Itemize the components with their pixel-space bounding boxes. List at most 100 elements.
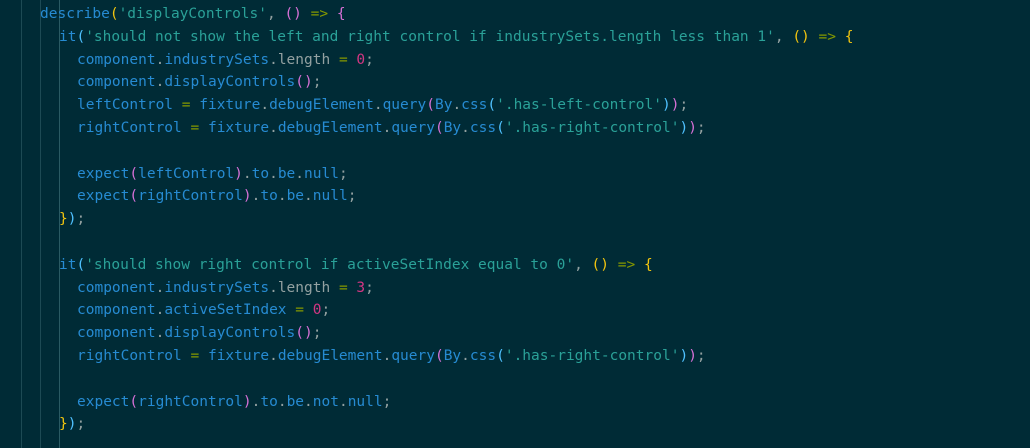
code-line[interactable]: rightControl = fixture.debugElement.quer… xyxy=(0,345,1030,368)
code-token: ( xyxy=(426,97,435,114)
code-token: component xyxy=(77,51,156,68)
code-token: debugElement xyxy=(269,97,374,114)
code-token: = xyxy=(190,347,200,364)
code-line[interactable]: it('should not show the left and right c… xyxy=(0,26,1030,49)
code-token: it xyxy=(59,256,77,273)
code-line[interactable]: rightControl = fixture.debugElement.quer… xyxy=(0,117,1030,140)
code-token: . xyxy=(269,347,278,364)
code-token: ) xyxy=(688,347,697,364)
code-line[interactable]: leftControl = fixture.debugElement.query… xyxy=(0,94,1030,117)
code-token: expect xyxy=(77,188,130,205)
code-token: ( xyxy=(76,256,86,273)
code-line[interactable] xyxy=(0,140,1030,163)
code-line[interactable] xyxy=(0,231,1030,254)
code-token: . xyxy=(295,165,305,182)
code-token: . xyxy=(260,97,270,114)
code-token: 'should show right control if activeSetI… xyxy=(85,256,575,273)
code-token: , xyxy=(574,256,592,273)
code-token: ) xyxy=(679,347,689,364)
code-token: ( xyxy=(496,347,505,364)
code-token: . xyxy=(269,279,278,296)
code-token: displayControls xyxy=(164,325,296,342)
code-token: ; xyxy=(365,279,374,296)
code-token: } xyxy=(59,416,68,433)
code-token: { xyxy=(844,28,854,45)
code-token: be xyxy=(277,165,296,182)
code-token: 'displayControls' xyxy=(118,6,267,22)
code-token: . xyxy=(155,279,165,296)
code-token: debugElement xyxy=(277,119,383,136)
code-token: be xyxy=(286,393,305,410)
code-line[interactable]: expect(rightControl).to.be.null; xyxy=(0,185,1030,208)
code-line[interactable]: expect(leftControl).to.be.null; xyxy=(0,163,1030,186)
code-token: . xyxy=(277,188,287,205)
code-line[interactable]: }); xyxy=(0,208,1030,231)
code-line[interactable]: component.activeSetIndex = 0; xyxy=(0,299,1030,322)
code-token: component xyxy=(77,302,156,319)
code-line[interactable]: component.displayControls(); xyxy=(0,322,1030,345)
code-token: ) xyxy=(688,119,697,136)
code-lines: describe('displayControls', () => {it('s… xyxy=(0,3,1030,436)
code-token: ) xyxy=(242,393,252,410)
code-token: 3 xyxy=(356,279,366,296)
code-token: { xyxy=(643,256,653,273)
code-line[interactable]: describe('displayControls', () => { xyxy=(0,3,1030,26)
code-token: , xyxy=(266,6,285,22)
code-token: } xyxy=(59,211,68,228)
code-token: ) xyxy=(234,165,243,182)
code-token: => xyxy=(818,28,836,45)
code-token: null xyxy=(347,393,383,410)
code-token: . xyxy=(304,188,313,205)
code-token: . xyxy=(373,97,383,114)
code-token: . xyxy=(461,119,470,136)
code-token: () xyxy=(284,6,302,22)
code-token: 'should not show the left and right cont… xyxy=(85,28,775,45)
code-line[interactable]: }); xyxy=(0,413,1030,436)
code-token: 0 xyxy=(356,51,366,68)
code-token: debugElement xyxy=(277,347,383,364)
code-token: . xyxy=(338,393,348,410)
code-editor[interactable]: describe('displayControls', () => {it('s… xyxy=(0,0,1030,448)
code-token: it xyxy=(59,28,77,45)
code-line[interactable]: it('should show right control if activeS… xyxy=(0,254,1030,277)
code-line[interactable]: component.displayControls(); xyxy=(0,71,1030,94)
code-token: '.has-right-control' xyxy=(504,119,680,136)
code-token: . xyxy=(269,165,278,182)
code-line[interactable]: component.industrySets.length = 3; xyxy=(0,277,1030,300)
code-token: ; xyxy=(347,188,357,205)
code-line[interactable]: expect(rightControl).to.be.not.null; xyxy=(0,391,1030,414)
code-token: => xyxy=(310,6,329,22)
code-token: query xyxy=(391,347,435,364)
code-token: . xyxy=(242,165,252,182)
code-token: component xyxy=(77,325,156,342)
code-token: ; xyxy=(76,416,86,433)
code-token: query xyxy=(382,97,427,114)
code-token: be xyxy=(286,188,305,205)
code-token: fixture xyxy=(199,97,261,114)
code-token: ( xyxy=(496,119,505,136)
code-token: fixture xyxy=(207,119,270,136)
code-token: ( xyxy=(434,119,444,136)
code-line[interactable] xyxy=(0,368,1030,391)
code-token: ; xyxy=(365,51,374,68)
code-token: . xyxy=(155,51,165,68)
code-token: { xyxy=(336,6,346,22)
code-token: rightControl xyxy=(138,188,243,205)
code-token: css xyxy=(469,347,497,364)
code-token: () xyxy=(295,74,313,91)
code-token: ( xyxy=(487,97,497,114)
code-token: = xyxy=(181,97,191,114)
code-line[interactable]: component.industrySets.length = 0; xyxy=(0,49,1030,72)
code-token: component xyxy=(77,74,156,91)
code-token: ; xyxy=(696,347,706,364)
code-token: css xyxy=(469,119,497,136)
code-token: to xyxy=(251,165,270,182)
code-token: ( xyxy=(129,165,139,182)
